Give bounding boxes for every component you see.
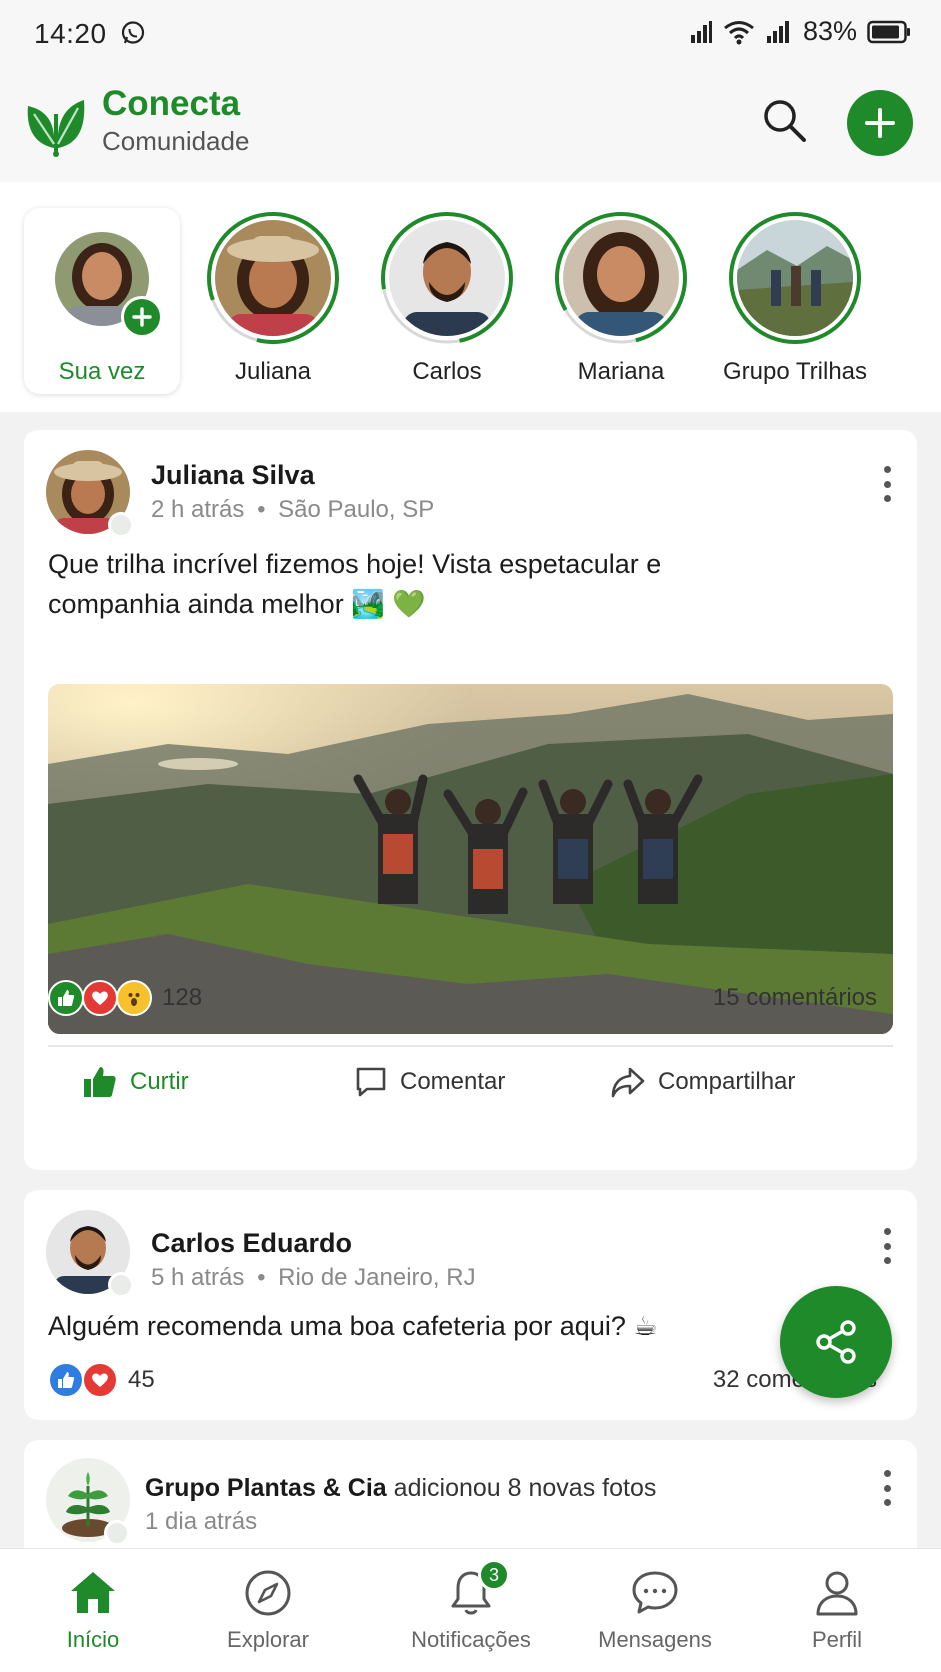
- comment-icon: [356, 1067, 386, 1097]
- create-post-button[interactable]: [847, 90, 913, 156]
- nav-label: Início: [66, 1627, 120, 1652]
- post-card: Carlos Eduardo 5 h atrás • Rio de Janeir…: [24, 1190, 917, 1420]
- reactions-count: 45: [128, 1366, 155, 1393]
- post-location: Rio de Janeiro, RJ: [278, 1264, 476, 1291]
- story-label: Juliana: [234, 358, 312, 385]
- post-time: 5 h atrás: [151, 1264, 245, 1291]
- post-location: São Paulo, SP: [278, 496, 435, 523]
- post-text: Alguém recomenda uma boa cafeteria por a…: [48, 1311, 658, 1341]
- app-title: Conecta: [102, 84, 241, 123]
- reactions-summary[interactable]: 45: [48, 1362, 155, 1398]
- stories-bar: Sua vez Juliana Carlos Mariana Grupo Tri…: [0, 182, 941, 412]
- plus-icon: [865, 108, 895, 138]
- group-badge-icon: [104, 1520, 130, 1546]
- app-header: Conecta Comunidade: [0, 66, 941, 182]
- post-text-line: companhia ainda melhor 🏞️ 💚: [48, 589, 426, 619]
- nav-label: Mensagens: [598, 1627, 712, 1652]
- battery-icon: [867, 20, 910, 43]
- comment-button[interactable]: Comentar: [354, 1062, 505, 1102]
- nav-perfil[interactable]: Perfil: [744, 1567, 930, 1653]
- avatar: [215, 220, 331, 336]
- love-reaction-icon: [82, 1362, 118, 1398]
- thumbs-up-icon: [84, 1067, 116, 1097]
- more-options-icon[interactable]: [881, 1470, 893, 1506]
- whatsapp-notification-icon: [121, 21, 145, 44]
- more-options-icon[interactable]: [881, 1228, 893, 1264]
- nav-inicio[interactable]: Início: [0, 1567, 186, 1653]
- nav-notificacoes[interactable]: 3 Notificações: [378, 1559, 564, 1653]
- nav-label: Explorar: [227, 1627, 309, 1652]
- post-time: 1 dia atrás: [145, 1508, 258, 1535]
- home-icon: [71, 1572, 115, 1613]
- post-text-line: Que trilha incrível fizemos hoje! Vista …: [48, 549, 662, 579]
- like-label: Curtir: [130, 1068, 189, 1095]
- post-time: 2 h atrás: [151, 496, 245, 523]
- meta-separator: •: [257, 496, 266, 523]
- story-label: Mariana: [577, 358, 665, 385]
- more-options-icon[interactable]: [881, 466, 893, 502]
- post-card: Juliana Silva 2 h atrás • São Paulo, SP …: [24, 430, 917, 1170]
- story-carlos[interactable]: Carlos: [372, 210, 522, 390]
- search-icon[interactable]: [760, 96, 810, 146]
- post-text: Que trilha incrível fizemos hoje! Vista …: [48, 544, 661, 624]
- post-meta: 5 h atrás • Rio de Janeiro, RJ: [151, 1264, 476, 1292]
- reactions-count: 128: [162, 984, 203, 1011]
- wow-reaction-icon: [116, 980, 152, 1016]
- comments-count[interactable]: 15 comentários: [713, 984, 877, 1012]
- share-arrow-icon: [611, 1067, 645, 1098]
- app-screen: 14:20 83% Conecta Comunidade Sua vez Jul…: [0, 0, 941, 1672]
- notification-badge: 3: [478, 1559, 510, 1591]
- verified-badge-icon: [108, 1272, 134, 1298]
- user-icon: [816, 1571, 858, 1616]
- nav-explorar[interactable]: Explorar: [175, 1567, 361, 1653]
- like-reaction-icon: [48, 1362, 84, 1398]
- share-button[interactable]: Compartilhar: [610, 1062, 795, 1102]
- status-icons: 83%: [689, 16, 911, 47]
- like-reaction-icon: [48, 980, 84, 1016]
- story-add-own[interactable]: Sua vez: [24, 208, 180, 394]
- group-activity: Grupo Plantas & Cia adicionou 8 novas fo…: [145, 1474, 656, 1503]
- story-label: Sua vez: [58, 358, 146, 385]
- share-label: Compartilhar: [658, 1068, 796, 1095]
- share-nodes-icon: [816, 1320, 856, 1364]
- compass-icon: [245, 1570, 291, 1616]
- battery-percent: 83%: [802, 16, 857, 46]
- add-story-plus-icon: [121, 296, 163, 338]
- story-grupo-trilhas[interactable]: Grupo Trilhas: [720, 210, 870, 390]
- chat-icon: [632, 1571, 678, 1614]
- avatar: [389, 220, 505, 336]
- app-subtitle: Comunidade: [102, 126, 250, 156]
- reactions-summary[interactable]: 128: [48, 980, 202, 1016]
- story-juliana[interactable]: Juliana: [198, 210, 348, 390]
- status-bar: 14:20 83%: [0, 0, 941, 66]
- story-label: Grupo Trilhas: [722, 358, 868, 385]
- nav-label: Perfil: [811, 1627, 863, 1652]
- story-mariana[interactable]: Mariana: [546, 210, 696, 390]
- story-label: Carlos: [412, 358, 482, 385]
- bottom-navigation: Início Explorar 3 Notificações Mensagens…: [0, 1548, 941, 1672]
- verified-badge-icon: [108, 512, 134, 538]
- bell-icon-wrap: 3: [445, 1559, 510, 1619]
- post-author[interactable]: Juliana Silva: [151, 460, 315, 491]
- love-reaction-icon: [82, 980, 118, 1016]
- post-author[interactable]: Carlos Eduardo: [151, 1228, 352, 1259]
- divider: [48, 1045, 893, 1047]
- signal-small-icon: [690, 20, 712, 43]
- avatar: [737, 220, 853, 336]
- meta-separator: •: [257, 1264, 266, 1291]
- status-time: 14:20: [34, 18, 107, 49]
- comment-label: Comentar: [400, 1068, 506, 1095]
- leaf-logo-icon: [27, 100, 85, 157]
- share-fab-button[interactable]: [780, 1286, 892, 1398]
- avatar: [563, 220, 679, 336]
- cell-signal-icon: [766, 20, 789, 43]
- like-button[interactable]: Curtir: [82, 1062, 189, 1102]
- wifi-icon: [724, 20, 754, 44]
- nav-mensagens[interactable]: Mensagens: [562, 1567, 748, 1653]
- activity-text: adicionou 8 novas fotos: [386, 1474, 657, 1502]
- nav-label: Notificações: [411, 1627, 531, 1652]
- group-name[interactable]: Grupo Plantas & Cia: [145, 1474, 387, 1502]
- post-meta: 2 h atrás • São Paulo, SP: [151, 496, 434, 524]
